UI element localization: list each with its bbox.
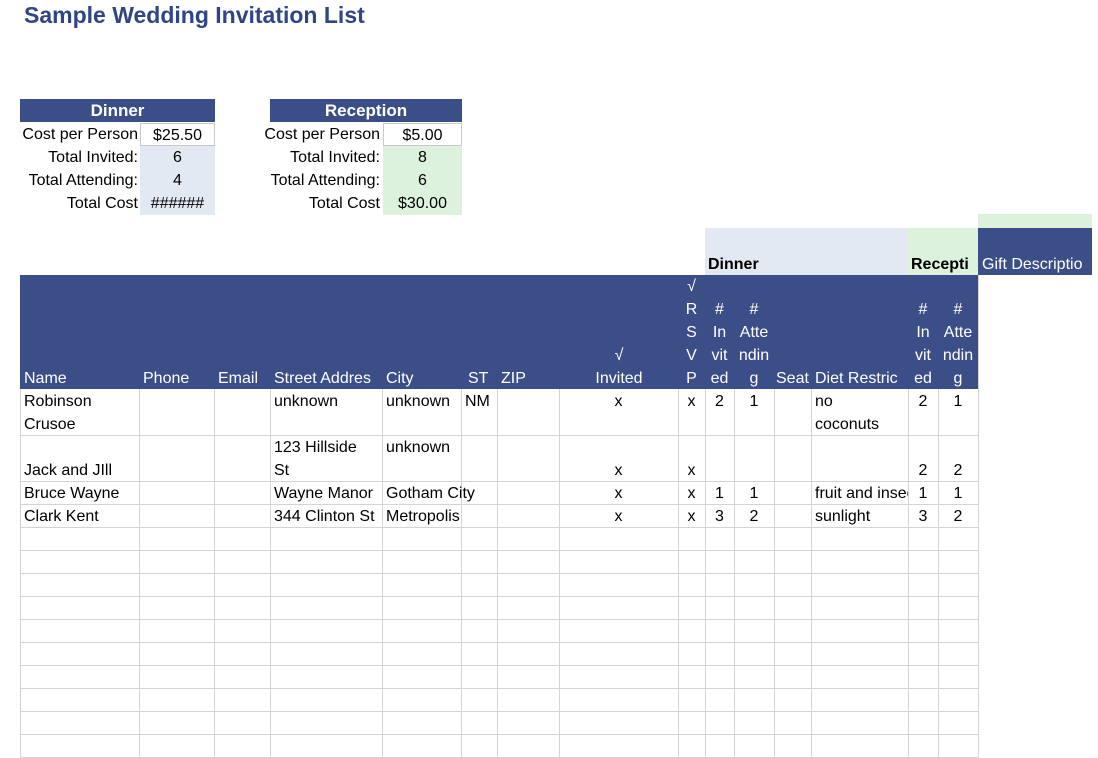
cell-invited[interactable]: x (559, 482, 678, 505)
cell-rsvp[interactable]: x (678, 390, 705, 413)
dinner-attending-value[interactable]: 4 (140, 169, 215, 192)
cell-name[interactable]: Bruce Wayne (20, 482, 139, 505)
reception-summary-header: Reception (270, 99, 462, 122)
dinner-total-label: Total Cost (66, 195, 138, 212)
cell-city[interactable]: Metropolis (382, 505, 497, 528)
dinner-cost-label: Cost per Person (22, 126, 138, 143)
dinner-attending-label: Total Attending: (28, 172, 138, 189)
cell-reception-attending[interactable]: 1 (938, 390, 978, 413)
col-reception-attending[interactable]: # Atte ndin g (938, 298, 978, 390)
cell-st[interactable]: NM (461, 390, 497, 413)
cell-street[interactable]: 344 Clinton St (270, 505, 382, 528)
cell-dinner-attending[interactable]: 1 (734, 390, 774, 413)
col-invited[interactable]: Invited (560, 367, 678, 390)
dinner-total-value[interactable]: ###### (140, 192, 215, 215)
col-invited-check: √ (614, 347, 624, 364)
cell-reception-invited[interactable]: 2 (908, 459, 938, 482)
col-email[interactable]: Email (218, 367, 268, 390)
col-dinner-attending[interactable]: # Atte ndin g (734, 298, 774, 390)
dinner-band-label: Dinner (708, 256, 759, 273)
cell-reception-attending[interactable]: 2 (938, 459, 978, 482)
cell-street[interactable]: Wayne Manor (270, 482, 382, 505)
cell-street[interactable]: 123 Hillside (270, 436, 382, 459)
col-dinner-invited[interactable]: # In vit ed (705, 298, 734, 390)
cell-dinner-attending[interactable]: 2 (734, 505, 774, 528)
cell-dinner-invited[interactable]: 2 (705, 390, 734, 413)
reception-cost-label: Cost per Person (264, 126, 380, 143)
dinner-cost-value[interactable]: $25.50 (140, 123, 215, 146)
reception-cost-value[interactable]: $5.00 (383, 123, 462, 146)
cell-diet[interactable]: sunlight (811, 505, 908, 528)
cell-city[interactable]: unknown (382, 390, 461, 413)
cell-invited[interactable]: x (559, 390, 678, 413)
cell-invited[interactable]: x (559, 459, 678, 482)
col-rsvp[interactable]: √ R S V P (678, 275, 705, 390)
gift-band-top (978, 214, 1092, 228)
cell-dinner-invited[interactable]: 3 (705, 505, 734, 528)
cell-rsvp[interactable]: x (678, 482, 705, 505)
cell-reception-attending[interactable]: 2 (938, 505, 978, 528)
cell-reception-attending[interactable]: 1 (938, 482, 978, 505)
reception-invited-label: Total Invited: (290, 149, 380, 166)
cell-diet[interactable]: fruit and insects (811, 482, 908, 505)
col-city[interactable]: City (386, 367, 456, 390)
cell-invited[interactable]: x (559, 505, 678, 528)
gift-header-label: Gift Descriptio (982, 256, 1083, 273)
cell-street[interactable]: unknown (270, 390, 382, 413)
reception-band-label: Recepti (911, 256, 969, 273)
dinner-invited-label: Total Invited: (48, 149, 138, 166)
dinner-invited-value[interactable]: 6 (140, 146, 215, 169)
cell-diet-cont: coconuts (815, 416, 880, 433)
cell-city[interactable]: unknown (382, 436, 461, 459)
cell-dinner-invited[interactable]: 1 (705, 482, 734, 505)
cell-reception-invited[interactable]: 3 (908, 505, 938, 528)
cell-diet[interactable]: no (811, 390, 908, 413)
reception-total-label: Total Cost (308, 195, 380, 212)
col-st[interactable]: ST (468, 367, 496, 390)
col-phone[interactable]: Phone (143, 367, 213, 390)
cell-city[interactable]: Gotham City (382, 482, 497, 505)
col-name[interactable]: Name (24, 367, 136, 390)
cell-name-cont: Crusoe (24, 416, 76, 433)
dinner-summary-header: Dinner (20, 99, 215, 122)
cell-reception-invited[interactable]: 1 (908, 482, 938, 505)
reception-total-value[interactable]: $30.00 (383, 192, 462, 215)
cell-reception-invited[interactable]: 2 (908, 390, 938, 413)
col-street[interactable]: Street Addres (274, 367, 382, 390)
col-zip[interactable]: ZIP (501, 367, 556, 390)
col-reception-invited[interactable]: # In vit ed (908, 298, 938, 390)
cell-dinner-attending[interactable]: 1 (734, 482, 774, 505)
cell-name[interactable]: Robinson (20, 390, 139, 413)
cell-street-cont: St (274, 462, 290, 479)
reception-attending-label: Total Attending: (270, 172, 380, 189)
col-seat[interactable]: Seat (776, 367, 812, 390)
reception-attending-value[interactable]: 6 (383, 169, 462, 192)
reception-invited-value[interactable]: 8 (383, 146, 462, 169)
cell-rsvp[interactable]: x (678, 459, 705, 482)
col-diet[interactable]: Diet Restric (815, 367, 908, 390)
cell-rsvp[interactable]: x (678, 505, 705, 528)
cell-name[interactable]: Jack and JIll (20, 459, 139, 482)
page-title: Sample Wedding Invitation List (24, 2, 365, 28)
cell-name[interactable]: Clark Kent (20, 505, 139, 528)
